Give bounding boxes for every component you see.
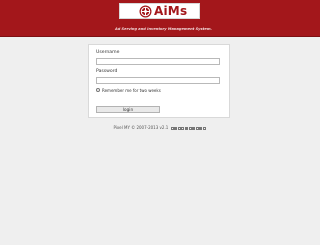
header-bar: AiMs Ad Serving and Inventory Management… [0,0,320,37]
badge-icon[interactable] [199,126,203,130]
username-input[interactable] [96,58,220,65]
badge-icon[interactable] [188,126,192,130]
footer-badges [170,125,207,131]
password-label: Password [96,69,118,74]
password-input[interactable] [96,77,220,84]
footer: Pixel MY © 2007-2013 v2.1 [0,125,320,131]
badge-icon[interactable] [192,126,196,130]
badge-icon[interactable] [181,126,185,130]
copyright-text: Pixel MY © 2007-2013 v2.1 [113,125,169,130]
badge-icon[interactable] [174,126,178,130]
badge-icon[interactable] [202,126,206,130]
badge-icon[interactable] [170,126,174,130]
login-panel: Username Password Remember me for two we… [88,44,230,118]
badge-icon[interactable] [177,126,181,130]
badge-icon[interactable] [184,126,188,130]
logo: AiMs [119,3,200,19]
login-button[interactable]: login [96,106,160,113]
badge-icon[interactable] [195,126,199,130]
remember-checkbox[interactable] [96,88,100,92]
logo-globe-icon [139,5,152,18]
logo-text: AiMs [154,4,188,18]
tagline: Ad Serving and Inventory Management Syst… [115,27,212,31]
username-label: Username [96,50,120,55]
remember-label[interactable]: Remember me for two weeks [102,88,161,93]
